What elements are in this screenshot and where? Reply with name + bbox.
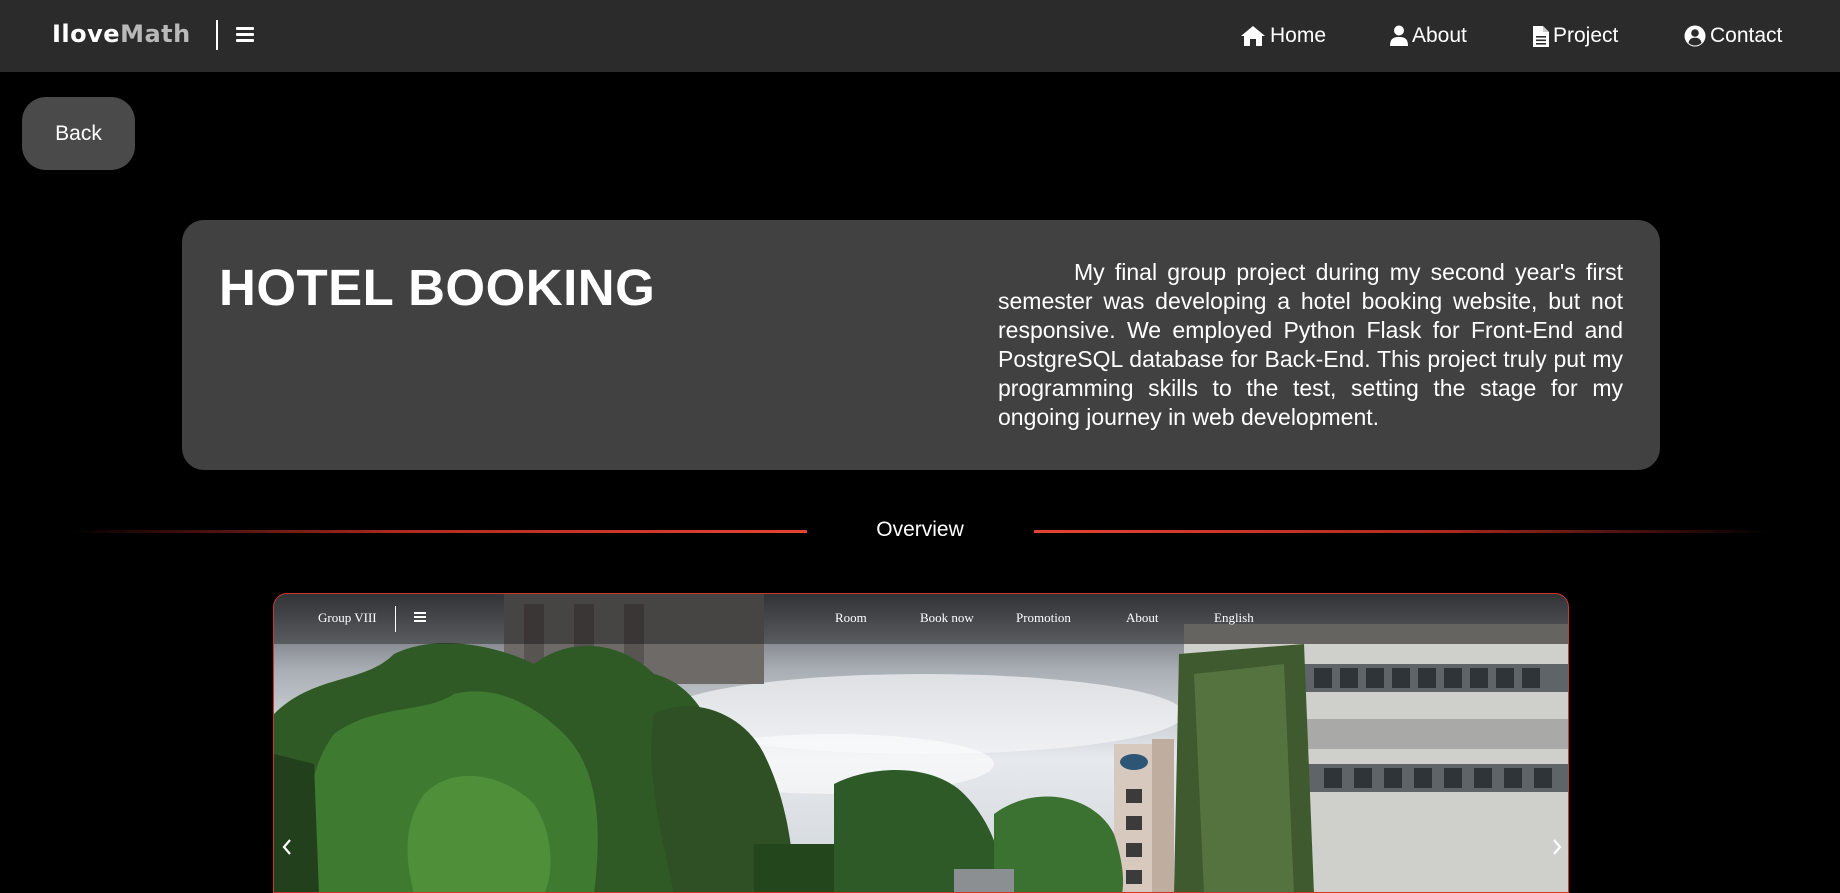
section-heading: Overview xyxy=(876,518,964,541)
section-divider-left xyxy=(70,530,807,533)
screenshot-nav-divider xyxy=(395,606,396,632)
nav-item-home-label: Home xyxy=(1270,24,1327,47)
nav-item-about[interactable]: About xyxy=(1390,22,1467,50)
project-screenshot: Group VIII Room Book now Promotion About… xyxy=(273,593,1569,893)
nav-item-contact-label: Contact xyxy=(1710,24,1783,47)
screenshot-link-room: Room xyxy=(835,610,867,625)
nav-item-project-label: Project xyxy=(1553,24,1619,47)
screenshot-menu-icon xyxy=(414,612,426,622)
user-icon xyxy=(1390,25,1408,46)
screenshot-link-promotion: Promotion xyxy=(1016,610,1071,625)
section-divider-right xyxy=(1034,530,1770,533)
screenshot-navbar: Group VIII Room Book now Promotion About… xyxy=(274,594,1568,644)
nav-item-project[interactable]: Project xyxy=(1533,22,1618,50)
project-description: My final group project during my second … xyxy=(998,259,1623,430)
nav-item-about-label: About xyxy=(1412,24,1467,47)
screenshot-link-english: English xyxy=(1214,610,1254,625)
back-button[interactable]: Back xyxy=(22,97,135,170)
project-card: HOTEL BOOKING My final group project dur… xyxy=(182,220,1660,470)
nav-links: Home About Project Contact xyxy=(0,22,1840,50)
screenshot-link-book-now: Book now xyxy=(920,610,974,625)
top-navbar: IloveMath Home About Project Contact xyxy=(0,0,1840,72)
nav-item-contact[interactable]: Contact xyxy=(1684,22,1782,50)
home-icon xyxy=(1241,26,1265,46)
user-circle-icon xyxy=(1684,25,1706,47)
carousel-prev-icon[interactable] xyxy=(280,837,294,857)
screenshot-brand: Group VIII xyxy=(318,610,377,625)
project-title: HOTEL BOOKING xyxy=(219,259,656,316)
screenshot-link-about: About xyxy=(1126,610,1159,625)
nav-item-home[interactable]: Home xyxy=(1240,22,1326,50)
carousel-next-icon[interactable] xyxy=(1550,837,1564,857)
file-icon xyxy=(1533,25,1549,47)
